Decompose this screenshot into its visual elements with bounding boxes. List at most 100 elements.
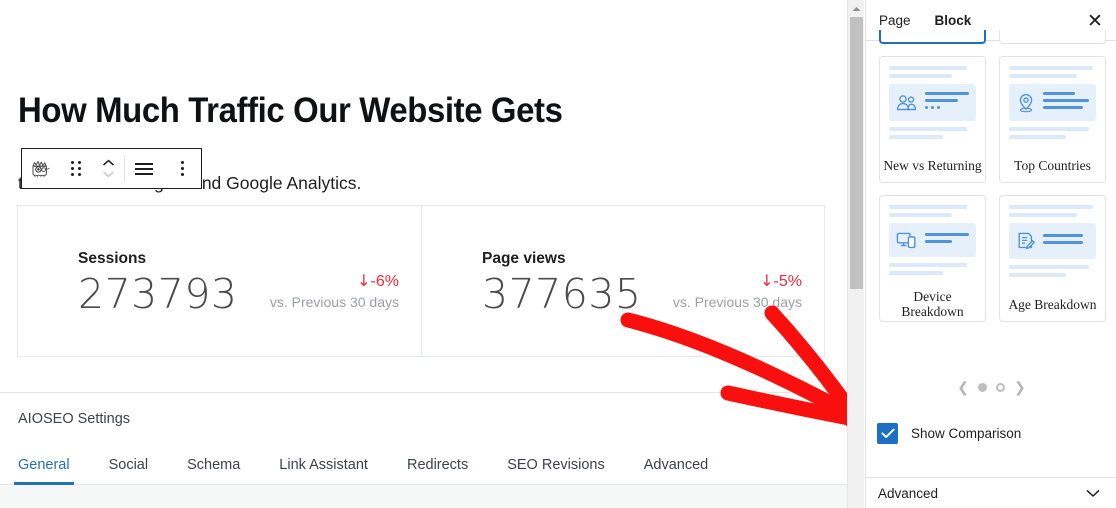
- show-comparison-checkbox[interactable]: [877, 423, 898, 444]
- thumbnail-highlight-box: [1009, 223, 1096, 259]
- thumbnail-box-lines: [925, 92, 969, 113]
- template-card-device-breakdown[interactable]: Device Breakdown: [879, 195, 986, 322]
- skeleton-line: [1009, 135, 1067, 139]
- tab-general[interactable]: General: [14, 457, 74, 485]
- template-row-2: Device Breakdown Age Breakdown: [879, 195, 1107, 322]
- stat-delta: ↓-6%: [270, 270, 399, 293]
- skeleton-line: [889, 205, 968, 209]
- map-pin-icon: [1019, 93, 1033, 112]
- checkmark-icon: [880, 428, 895, 439]
- aioseo-tab-bar: General Social Schema Link Assistant Red…: [0, 443, 847, 485]
- skeleton-line: [1009, 205, 1093, 209]
- thumbnail-highlight-box: [1009, 84, 1096, 121]
- skeleton-line: [889, 74, 952, 78]
- tab-social[interactable]: Social: [109, 457, 149, 484]
- skeleton-line: [1009, 265, 1090, 269]
- thumbnail-box-lines: [1043, 234, 1089, 248]
- scroll-up-glyph: [852, 6, 861, 11]
- stat-comparison: ↓-6% vs. Previous 30 days: [270, 270, 399, 311]
- template-thumbnail: [1000, 57, 1105, 150]
- template-card-age-breakdown[interactable]: Age Breakdown: [999, 195, 1106, 322]
- pager-dot-1[interactable]: [978, 382, 987, 392]
- show-comparison-row: Show Comparison: [877, 423, 1021, 444]
- skeleton-line: [889, 213, 952, 217]
- thumbnail-highlight-box: [889, 223, 976, 257]
- editor-scrollbar[interactable]: [847, 0, 864, 508]
- document-edit-icon: [1018, 232, 1035, 250]
- monsterinsights-logo-icon[interactable]: [22, 149, 60, 188]
- report-template-grid: New vs Returning Top Countries Device Br…: [879, 30, 1107, 334]
- skeleton-line: [1009, 127, 1090, 131]
- align-icon[interactable]: [125, 149, 163, 188]
- monsterinsights-stats-block: Sessions 273793 ↓-6% vs. Previous 30 day…: [17, 205, 825, 357]
- tab-redirects[interactable]: Redirects: [407, 457, 468, 484]
- block-toolbar: [21, 148, 202, 189]
- chevron-down-icon[interactable]: [1086, 489, 1100, 498]
- advanced-section-header[interactable]: Advanced: [865, 477, 1116, 508]
- show-comparison-label: Show Comparison: [911, 426, 1022, 441]
- skeleton-line: [889, 127, 968, 131]
- template-row-partial: [879, 30, 1107, 44]
- more-options-dots: [180, 161, 184, 176]
- aioseo-panel-title: AIOSEO Settings: [18, 411, 131, 427]
- chevron-down-icon[interactable]: [102, 170, 115, 178]
- stat-comparison-period: vs. Previous 30 days: [672, 293, 802, 310]
- stat-card-page-views: Page views 377635 ↓-5% vs. Previous 30 d…: [421, 206, 824, 356]
- stat-label: Page views: [482, 250, 566, 267]
- block-toolbar-left-group: [22, 149, 124, 188]
- tab-seo-revisions[interactable]: SEO Revisions: [507, 457, 605, 484]
- arrow-down-icon: ↓: [357, 271, 371, 290]
- thumbnail-box-lines: [1043, 92, 1089, 113]
- skeleton-line: [889, 135, 943, 139]
- stat-card-sessions: Sessions 273793 ↓-6% vs. Previous 30 day…: [18, 206, 421, 356]
- skeleton-line: [889, 66, 968, 70]
- users-icon: [896, 94, 917, 110]
- skeleton-line: [889, 263, 968, 267]
- aioseo-settings-panel: AIOSEO Settings General Social Schema Li…: [0, 392, 847, 508]
- updown-glyphs: [102, 159, 115, 178]
- thumbnail-box-lines: [925, 233, 969, 247]
- template-card-label: New vs Returning: [883, 157, 982, 173]
- stat-comparison-period: vs. Previous 30 days: [269, 293, 399, 310]
- scrollbar-thumb[interactable]: [850, 17, 863, 289]
- pager-dot-2[interactable]: [996, 382, 1005, 392]
- template-card-top-countries[interactable]: Top Countries: [999, 56, 1106, 183]
- align-lines: [135, 162, 153, 175]
- drag-handle-dots: [71, 161, 81, 176]
- template-card-label: Top Countries: [1014, 157, 1091, 173]
- arrow-down-icon: ↓: [760, 271, 774, 290]
- template-row-1: New vs Returning Top Countries: [879, 56, 1107, 183]
- stat-delta-value: -6%: [370, 273, 399, 290]
- move-block-updown-buttons[interactable]: [92, 149, 124, 188]
- skeleton-line: [1009, 213, 1077, 217]
- scroll-up-arrow-icon[interactable]: [848, 0, 865, 17]
- block-editor-canvas: How Much Traffic Our Website Gets ts via…: [0, 0, 847, 508]
- tab-schema[interactable]: Schema: [187, 457, 240, 484]
- template-thumbnail: [880, 196, 985, 289]
- block-toolbar-right-group: [125, 149, 201, 188]
- template-card-partial[interactable]: [999, 30, 1106, 44]
- chevron-right-icon[interactable]: ❯: [1014, 380, 1026, 394]
- template-card-new-vs-returning[interactable]: New vs Returning: [879, 56, 986, 183]
- page-title: How Much Traffic Our Website Gets: [18, 91, 563, 131]
- template-card-partial-selected[interactable]: [879, 30, 986, 44]
- skeleton-line: [1009, 273, 1067, 277]
- stat-label: Sessions: [78, 250, 147, 267]
- monsterinsights-logo-glyph: [32, 160, 50, 177]
- skeleton-line: [889, 271, 943, 275]
- thumbnail-highlight-box: [889, 84, 976, 121]
- drag-handle-icon[interactable]: [60, 149, 92, 188]
- tab-link-assistant[interactable]: Link Assistant: [279, 457, 368, 484]
- chevron-up-icon[interactable]: [102, 159, 115, 167]
- template-thumbnail: [880, 57, 985, 150]
- stat-comparison: ↓-5% vs. Previous 30 days: [673, 270, 802, 311]
- more-options-icon[interactable]: [163, 149, 201, 188]
- chevron-left-icon[interactable]: ❮: [957, 380, 969, 394]
- template-pager: ❮ ❯: [866, 380, 1116, 394]
- aioseo-panel-body: [0, 485, 847, 508]
- screenshot-root: How Much Traffic Our Website Gets ts via…: [0, 0, 1116, 508]
- skeleton-line: [1009, 66, 1093, 70]
- tab-advanced[interactable]: Advanced: [644, 457, 709, 484]
- devices-icon: [896, 232, 916, 249]
- stat-delta-value: -5%: [773, 273, 802, 290]
